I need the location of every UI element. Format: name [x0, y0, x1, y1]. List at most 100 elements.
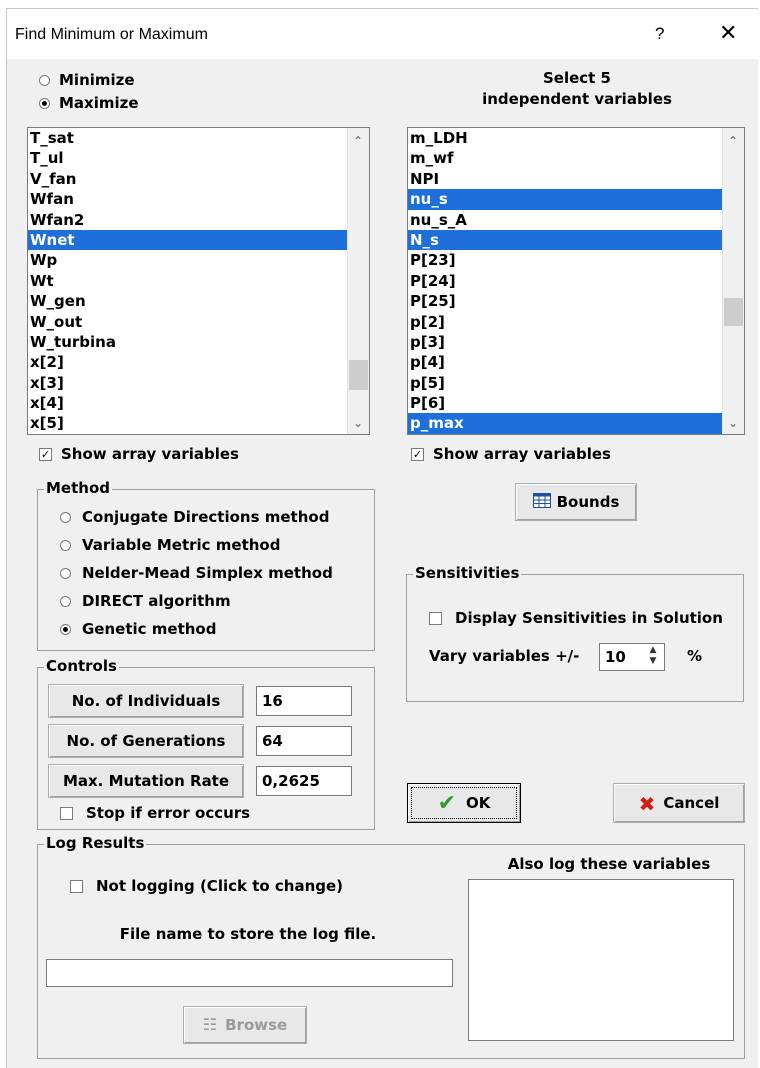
- individuals-button[interactable]: No. of Individuals: [48, 684, 244, 718]
- objective-variable-list[interactable]: T_sat T_ul V_fan Wfan Wfan2 Wnet Wp Wt W_gen W_ou…: [27, 127, 370, 435]
- method-option-label: DIRECT algorithm: [82, 592, 231, 610]
- select-count-label: Select 5: [542, 69, 611, 87]
- objective-list-item[interactable]: x[2]: [28, 352, 369, 372]
- log-file-label: File name to store the log file.: [119, 925, 377, 943]
- objective-list-item[interactable]: Wt: [28, 271, 369, 291]
- independent-list-item[interactable]: P[25]: [408, 291, 744, 311]
- method-option-label: Variable Metric method: [82, 536, 281, 554]
- left-show-array-label: Show array variables: [61, 445, 239, 463]
- right-show-array-checkbox[interactable]: ✓: [411, 448, 424, 461]
- ok-button[interactable]: ✔ OK: [407, 783, 521, 823]
- checkmark-icon: ✔: [437, 790, 457, 816]
- objective-list-item[interactable]: x[4]: [28, 393, 369, 413]
- stop-on-error-checkbox[interactable]: [60, 807, 73, 820]
- log-results-group: Log Results Not logging (Click to change…: [37, 834, 745, 1059]
- method-radio[interactable]: [60, 596, 71, 607]
- method-group: Method Conjugate Directions method Variab…: [37, 479, 375, 651]
- independent-list-item[interactable]: nu_s: [408, 189, 744, 210]
- table-icon: [532, 485, 551, 521]
- window-title: Find Minimum or Maximum: [15, 26, 208, 43]
- method-group-label: Method: [44, 479, 112, 497]
- objective-list-items: T_sat T_ul V_fan Wfan Wfan2 Wnet Wp Wt W_gen W_ou…: [28, 128, 369, 434]
- scroll-down-icon[interactable]: ⌄: [353, 416, 363, 430]
- objective-list-item[interactable]: W_gen: [28, 291, 369, 311]
- mutation-rate-field[interactable]: 0,2625: [256, 766, 352, 796]
- browse-icon: ☷: [202, 1015, 218, 1034]
- display-sensitivities-checkbox[interactable]: [429, 612, 442, 625]
- generations-button[interactable]: No. of Generations: [48, 724, 244, 758]
- right-show-array-label: Show array variables: [433, 445, 611, 463]
- bounds-button[interactable]: Bounds: [515, 483, 637, 521]
- vary-variables-label: Vary variables +/-: [429, 647, 580, 665]
- objective-list-item[interactable]: x[5]: [28, 413, 369, 433]
- mutation-rate-button[interactable]: Max. Mutation Rate: [48, 764, 244, 798]
- sensitivities-group-label: Sensitivities: [413, 564, 522, 582]
- method-radio[interactable]: [60, 512, 71, 523]
- browse-button[interactable]: ☷ Browse: [183, 1006, 307, 1044]
- spinner-arrows-icon[interactable]: ▲ ▼: [644, 645, 662, 669]
- scroll-thumb[interactable]: [724, 298, 743, 326]
- vary-variables-spinner[interactable]: 10 ▲ ▼: [599, 643, 665, 671]
- controls-group-label: Controls: [44, 657, 119, 675]
- independent-list-item[interactable]: m_LDH: [408, 128, 744, 148]
- objective-list-item[interactable]: T_ul: [28, 148, 369, 168]
- left-show-array-checkbox[interactable]: ✓: [39, 448, 52, 461]
- objective-list-item[interactable]: W_turbina: [28, 332, 369, 352]
- objective-list-item[interactable]: V_fan: [28, 169, 369, 189]
- independent-variable-list[interactable]: m_LDH m_wf NPI nu_s nu_s_A N_s P[23] P[24] P[25]…: [407, 127, 745, 435]
- log-file-input[interactable]: [46, 959, 453, 987]
- independent-list-item[interactable]: nu_s_A: [408, 210, 744, 230]
- vary-variables-value: 10: [605, 648, 626, 666]
- also-log-listbox[interactable]: [468, 879, 734, 1041]
- sensitivities-group: Sensitivities Display Sensitivities in S…: [406, 564, 744, 702]
- logging-label: Not logging (Click to change): [96, 877, 344, 895]
- independent-list-item[interactable]: p_max: [408, 413, 744, 434]
- independent-list-item[interactable]: P[24]: [408, 271, 744, 291]
- independent-list-items: m_LDH m_wf NPI nu_s nu_s_A N_s P[23] P[24] P[25]…: [408, 128, 744, 434]
- also-log-label: Also log these variables: [507, 855, 711, 873]
- objective-list-item[interactable]: Wnet: [28, 229, 369, 251]
- objective-list-item[interactable]: T_sat: [28, 128, 369, 148]
- independent-list-item[interactable]: p[4]: [408, 352, 744, 372]
- title-bar: Find Minimum or Maximum ? ✕: [7, 9, 759, 59]
- select-variables-header: Select 5 independent variables: [407, 69, 747, 108]
- independent-list-item[interactable]: P[23]: [408, 250, 744, 270]
- scroll-down-icon[interactable]: ⌄: [728, 416, 738, 430]
- maximize-radio[interactable]: [39, 98, 50, 109]
- scroll-up-icon[interactable]: ⌃: [728, 134, 738, 148]
- independent-list-item[interactable]: p[2]: [408, 312, 744, 332]
- cancel-button[interactable]: ✖ Cancel: [613, 783, 745, 823]
- close-button[interactable]: ✕: [719, 21, 737, 46]
- right-list-scrollbar[interactable]: ⌃ ⌄: [722, 128, 744, 434]
- objective-list-item[interactable]: W_out: [28, 312, 369, 332]
- display-sensitivities-label: Display Sensitivities in Solution: [455, 609, 723, 627]
- independent-list-item[interactable]: p[3]: [408, 332, 744, 352]
- generations-field[interactable]: 64: [256, 726, 352, 756]
- method-radio[interactable]: [60, 568, 71, 579]
- objective-list-item[interactable]: Wfan: [28, 189, 369, 209]
- method-option-label: Conjugate Directions method: [82, 508, 330, 526]
- objective-list-item[interactable]: Wfan2: [28, 210, 369, 230]
- method-radio[interactable]: [60, 624, 71, 635]
- left-list-scrollbar[interactable]: ⌃ ⌄: [347, 128, 369, 434]
- stop-on-error-label: Stop if error occurs: [86, 804, 251, 822]
- objective-list-item[interactable]: x[3]: [28, 373, 369, 393]
- minimize-label: Minimize: [59, 71, 135, 89]
- independent-list-item[interactable]: NPI: [408, 169, 744, 189]
- minimize-radio[interactable]: [39, 75, 50, 86]
- scroll-thumb[interactable]: [349, 360, 368, 390]
- independent-list-item[interactable]: m_wf: [408, 148, 744, 168]
- scroll-up-icon[interactable]: ⌃: [353, 134, 363, 148]
- objective-list-item[interactable]: Wp: [28, 250, 369, 270]
- log-results-group-label: Log Results: [44, 834, 147, 852]
- individuals-field[interactable]: 16: [256, 686, 352, 716]
- bounds-label: Bounds: [556, 493, 620, 511]
- independent-list-item[interactable]: P[6]: [408, 393, 744, 413]
- method-radio[interactable]: [60, 540, 71, 551]
- logging-checkbox[interactable]: [70, 880, 83, 893]
- maximize-label: Maximize: [59, 94, 139, 112]
- independent-list-item[interactable]: N_s: [408, 229, 744, 251]
- help-button[interactable]: ?: [655, 24, 664, 44]
- independent-variables-label: independent variables: [482, 90, 672, 108]
- independent-list-item[interactable]: p[5]: [408, 373, 744, 393]
